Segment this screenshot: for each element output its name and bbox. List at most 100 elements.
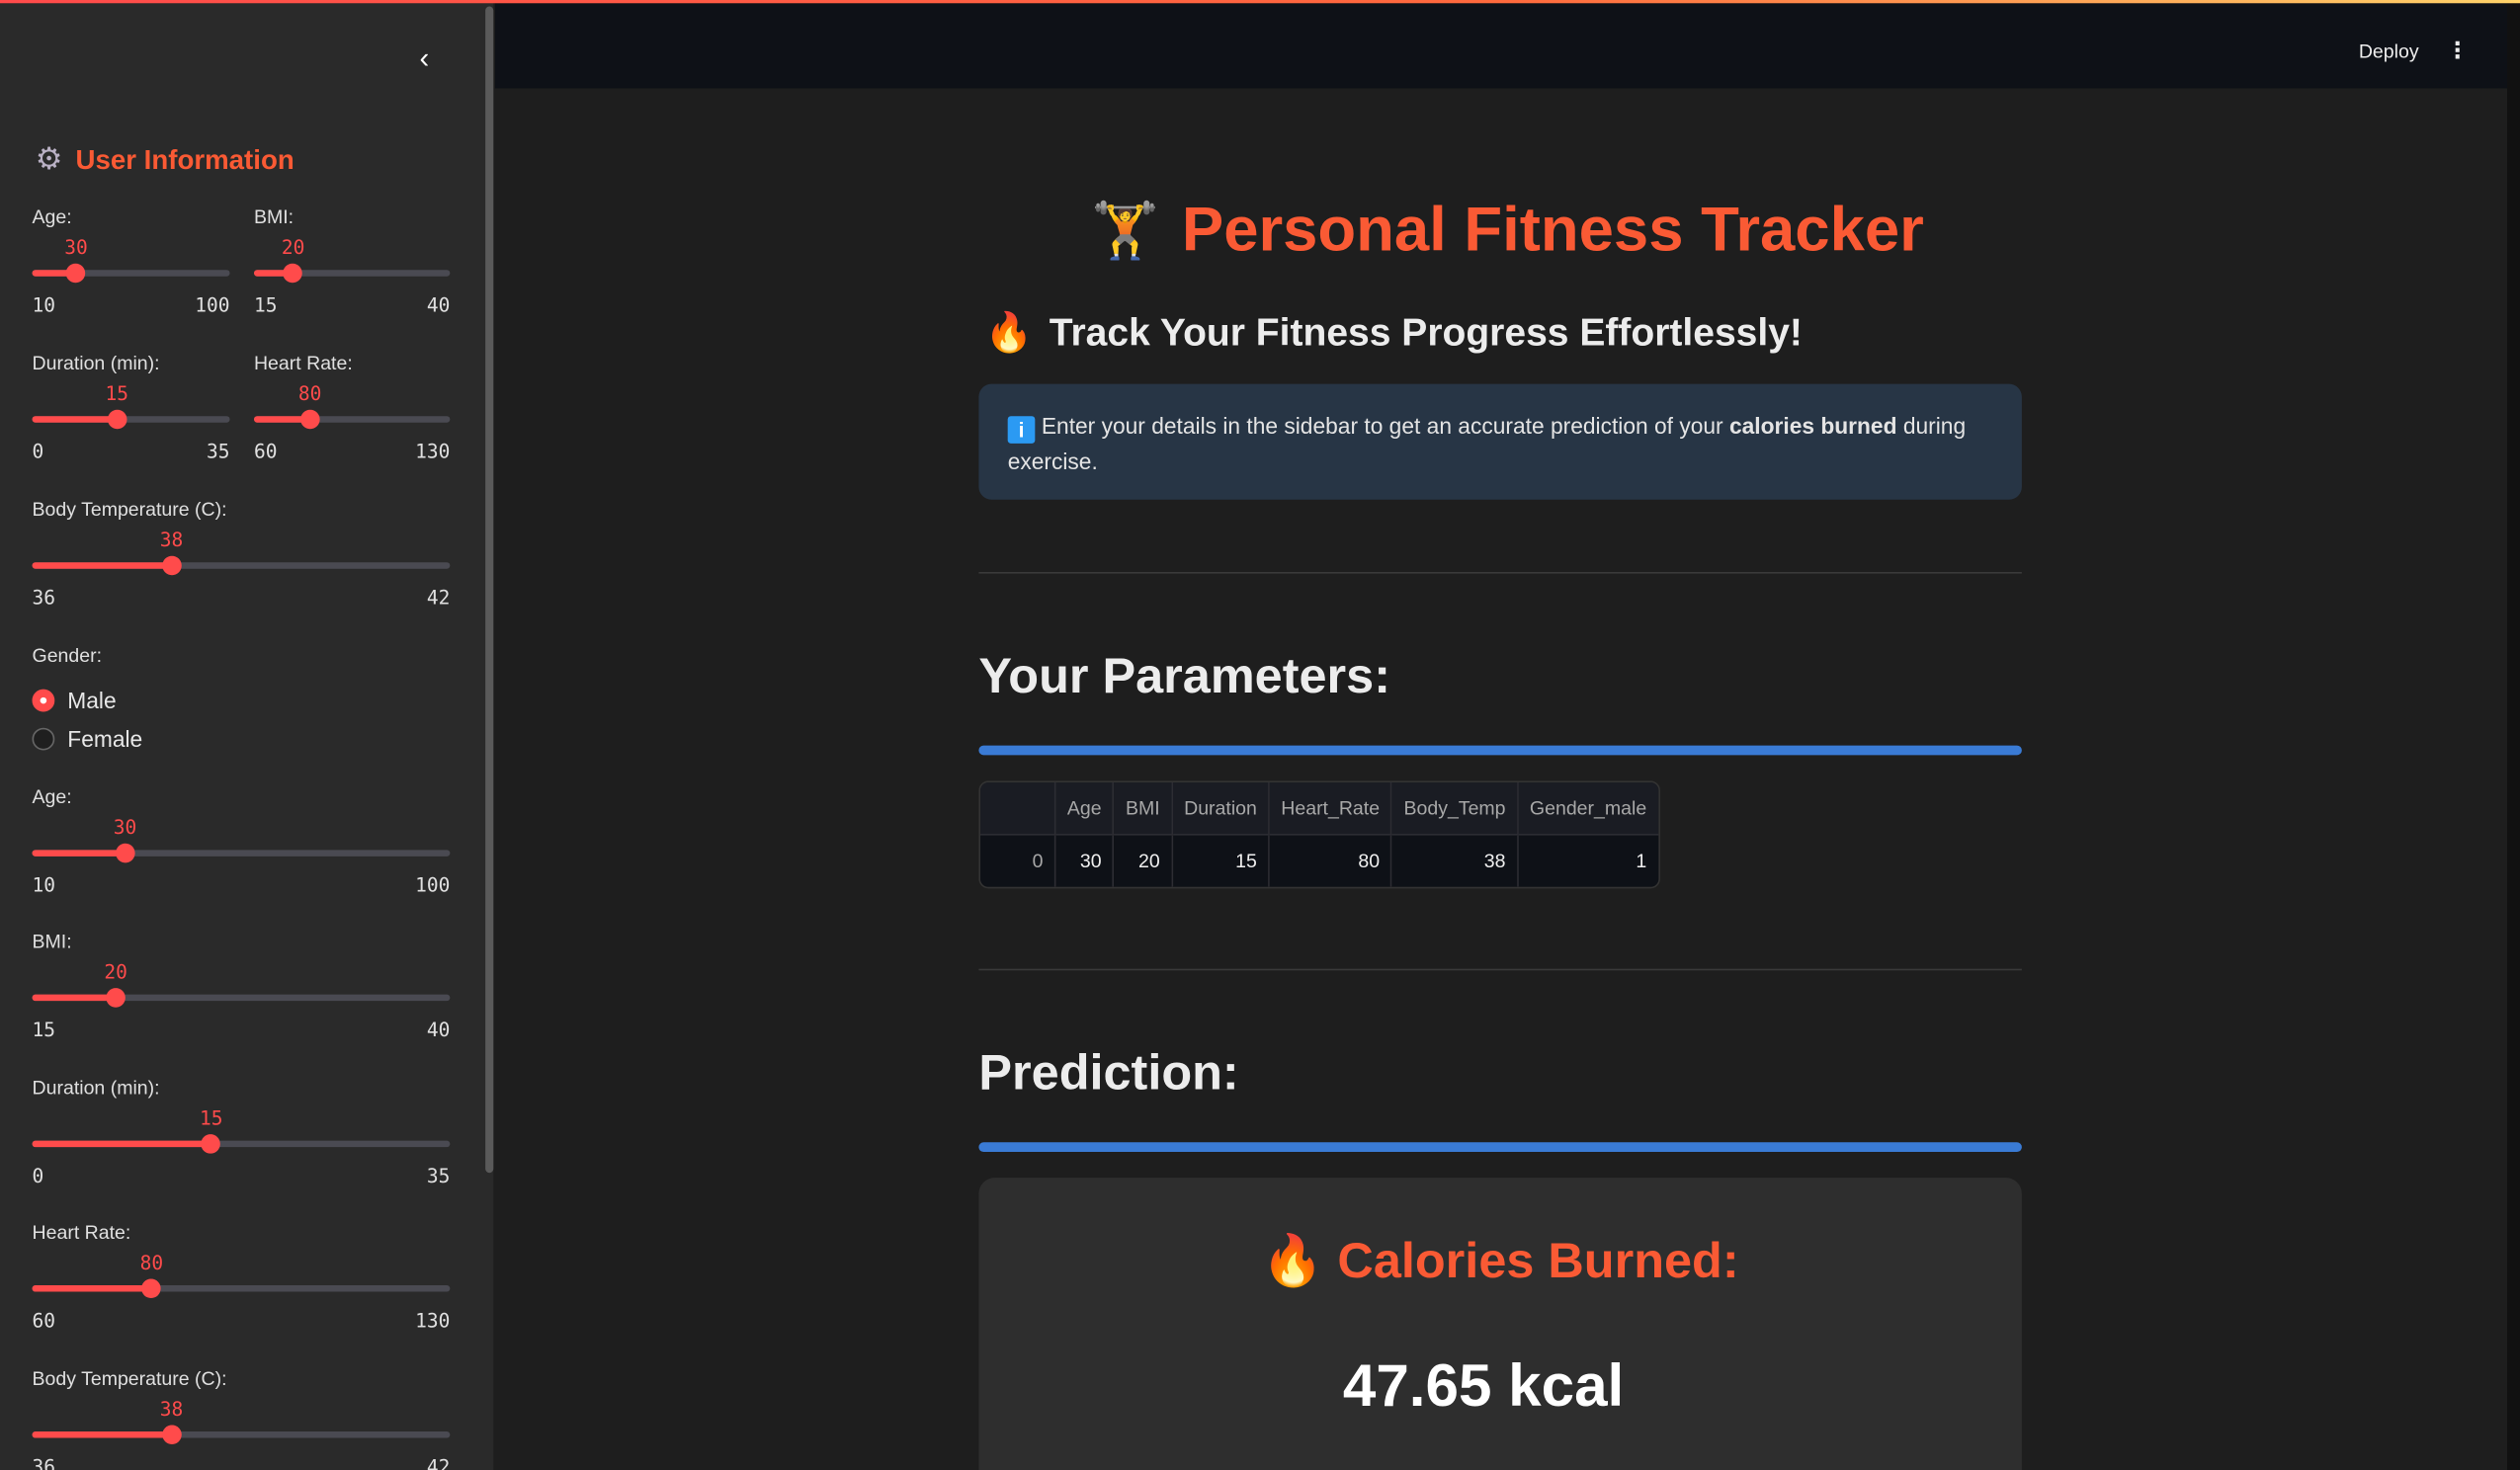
slider-max: 130 [415,1309,451,1333]
table-cell[interactable]: 15 [1172,835,1270,887]
gender-radio-male[interactable]: Male [32,688,117,713]
info-bold-text: calories burned [1728,412,1897,439]
slider-track[interactable] [32,263,230,284]
parameters-bar [978,745,2022,756]
deploy-button[interactable]: Deploy [2359,41,2419,63]
slider-thumb[interactable] [161,555,182,576]
page-title-text: Personal Fitness Tracker [1181,196,1924,266]
table-cell[interactable]: 0 [980,835,1056,887]
page-title: 🏋️ Personal Fitness Tracker [1091,196,2056,267]
column-header[interactable]: Age [1055,782,1115,836]
slider-track[interactable] [32,555,451,576]
slider-max: 130 [415,440,451,463]
table-body: 0 30 20 15 80 38 1 [980,835,1658,887]
slider-thumb[interactable] [106,988,126,1008]
slider-track[interactable] [253,263,451,284]
slider-track[interactable] [32,409,230,430]
slider-label: BMI: [253,205,294,228]
table-row: 0 30 20 15 80 38 1 [980,835,1658,887]
sidebar-title-text: User Information [75,143,294,175]
gender-label: Gender: [32,644,103,667]
slider-thumb[interactable] [299,409,320,430]
slider-thumb[interactable] [201,1134,221,1154]
column-header[interactable]: Body_Temp [1392,782,1519,836]
column-header[interactable] [980,782,1056,836]
slider-thumb[interactable] [107,409,126,430]
slider-thumb[interactable] [161,1425,182,1445]
table-header-row: Age BMI Duration Heart_Rate Body_Temp Gender_… [980,782,1658,836]
slider-fill [32,416,118,423]
slider-value: 38 [159,529,184,551]
column-header[interactable]: Gender_male [1518,782,1658,836]
slider-thumb[interactable] [66,263,86,284]
slider-label: Body Temperature (C): [32,1366,227,1390]
slider-fill [32,850,126,857]
column-header[interactable]: Heart_Rate [1269,782,1393,836]
calories-label-text: Calories Burned: [1337,1232,1739,1289]
table-cell[interactable]: 38 [1392,835,1519,887]
slider-fill [32,1140,211,1148]
radio-unselected-icon [32,727,55,751]
column-header[interactable]: Duration [1172,782,1270,836]
slider-track[interactable] [32,1134,451,1154]
fire-icon: 🔥 [1261,1232,1324,1289]
slider-track[interactable] [253,409,451,430]
slider-label: Duration (min): [32,1076,160,1100]
divider [978,968,2022,971]
calories-label: 🔥 Calories Burned: [978,1231,2021,1290]
slider-label: Age: [32,205,72,228]
prediction-heading: Prediction: [978,1044,1239,1102]
slider-label: Duration (min): [32,352,160,374]
radio-label: Female [67,726,143,753]
slider-value: 80 [139,1251,164,1274]
calories-value: 47.65 kcal [1342,1352,1625,1420]
sidebar: ‹ ⚙ User Information Age: 30 10 100 BMI: 20 15… [0,0,494,1470]
gender-radio-female[interactable]: Female [32,726,143,753]
slider-thumb[interactable] [115,843,135,863]
slider-fill [32,1431,172,1438]
table-cell[interactable]: 80 [1269,835,1393,887]
collapse-sidebar-button[interactable]: ‹ [408,41,441,74]
fire-icon: 🔥 [984,311,1034,356]
subtitle-text: Track Your Fitness Progress Effortlessly… [1049,310,1803,355]
gear-icon: ⚙ [35,142,63,177]
slider-max: 100 [415,873,451,897]
slider-value: 30 [113,816,137,839]
slider-track[interactable] [32,1278,451,1299]
slider-max: 35 [207,440,230,463]
parameters-heading: Your Parameters: [978,647,1391,704]
divider [978,571,2022,574]
table-cell[interactable]: 20 [1114,835,1173,887]
info-alert: i Enter your details in the sidebar to ge… [978,383,2022,500]
slider-track[interactable] [32,1425,451,1445]
window-edge [2507,0,2520,1470]
sidebar-scrollbar[interactable] [485,6,494,1174]
info-icon: i [1007,416,1036,444]
prediction-bar [978,1142,2022,1153]
slider-label: Body Temperature (C): [32,498,227,521]
slider-max: 40 [426,293,451,317]
slider-thumb[interactable] [283,263,303,284]
slider-value: 80 [297,382,322,405]
slider-track[interactable] [32,988,451,1008]
subtitle: 🔥 Track Your Fitness Progress Effortless… [985,310,1803,357]
slider-fill [32,562,172,569]
info-text: Enter your details in the sidebar to get… [1041,412,1729,439]
slider-label: Heart Rate: [253,352,353,374]
slider-max: 40 [426,1019,451,1041]
parameters-table[interactable]: Age BMI Duration Heart_Rate Body_Temp Gender_… [978,780,1660,889]
slider-max: 100 [195,293,230,317]
slider-thumb[interactable] [141,1278,162,1299]
sidebar-title: ⚙ User Information [36,141,294,178]
slider-value: 20 [281,236,305,259]
column-header[interactable]: BMI [1114,782,1173,836]
slider-value: 38 [159,1397,184,1421]
chevron-left-icon: ‹ [419,41,430,74]
slider-value: 20 [104,960,127,984]
weightlifter-icon: 🏋️ [1091,201,1160,263]
table-cell[interactable]: 30 [1055,835,1115,887]
slider-track[interactable] [32,843,451,863]
kebab-menu-icon[interactable]: ⋮ [2446,37,2469,64]
slider-fill [32,994,117,1002]
table-cell[interactable]: 1 [1518,835,1658,887]
